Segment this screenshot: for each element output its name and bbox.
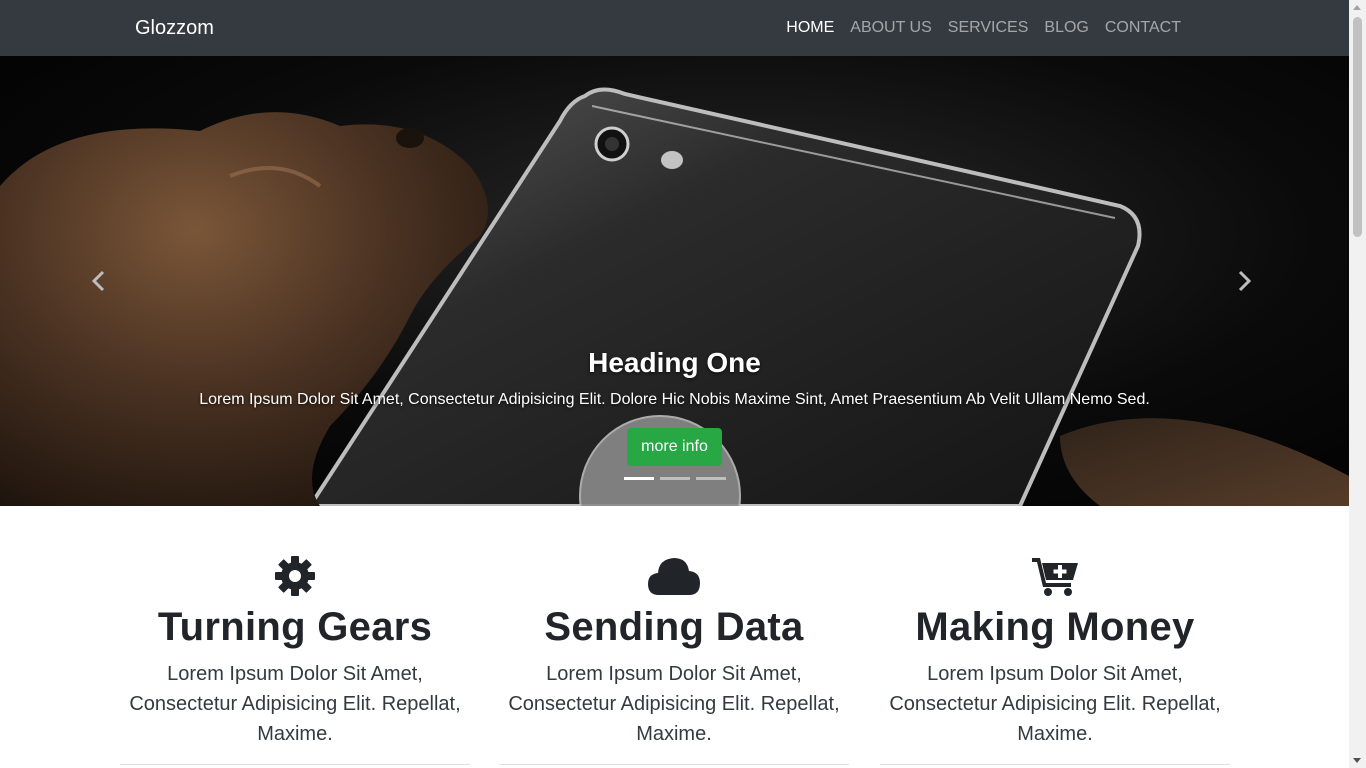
divider — [880, 764, 1230, 765]
nav-links: HOME ABOUT US SERVICES BLOG CONTACT — [786, 18, 1181, 38]
carousel-heading: Heading One — [588, 347, 761, 378]
chevron-left-icon — [91, 270, 105, 292]
carousel-indicator[interactable] — [624, 477, 654, 480]
page-scrollbar[interactable] — [1349, 0, 1366, 768]
carousel-next-button[interactable] — [1230, 266, 1260, 296]
carousel-indicator[interactable] — [696, 477, 726, 480]
feature-title: Turning Gears — [157, 605, 433, 649]
feature-text: Lorem Ipsum Dolor Sit Amet, Consectetur … — [129, 663, 461, 745]
feature-turning-gears: Turning Gears Lorem Ipsum Dolor Sit Amet… — [120, 555, 470, 765]
scroll-up-icon[interactable] — [1353, 5, 1361, 10]
scroll-down-icon[interactable] — [1353, 758, 1361, 763]
nav-link-about-us[interactable]: ABOUT US — [850, 18, 932, 38]
nav-link-contact[interactable]: CONTACT — [1105, 18, 1181, 38]
nav-link-home[interactable]: HOME — [786, 18, 834, 38]
carousel-indicators — [624, 477, 726, 480]
carousel-indicator[interactable] — [660, 477, 690, 480]
feature-making-money: Making Money Lorem Ipsum Dolor Sit Amet,… — [880, 555, 1230, 765]
carousel-caption: Heading One Lorem Ipsum Dolor Sit Amet, … — [0, 346, 1349, 410]
hero-carousel: Heading One Lorem Ipsum Dolor Sit Amet, … — [0, 56, 1349, 506]
more-info-button[interactable]: more info — [627, 428, 722, 466]
feature-title: Making Money — [915, 605, 1195, 649]
nav-link-services[interactable]: SERVICES — [948, 18, 1029, 38]
cloud-icon — [648, 558, 700, 595]
navbar: Glozzom HOME ABOUT US SERVICES BLOG CONT… — [0, 0, 1349, 56]
chevron-right-icon — [1238, 270, 1252, 292]
feature-title: Sending Data — [544, 605, 804, 649]
feature-text: Lorem Ipsum Dolor Sit Amet, Consectetur … — [508, 663, 840, 745]
scrollbar-thumb[interactable] — [1353, 17, 1362, 237]
divider — [499, 764, 849, 765]
feature-sending-data: Sending Data Lorem Ipsum Dolor Sit Amet,… — [499, 555, 849, 765]
divider — [120, 764, 470, 765]
cart-plus-icon — [1032, 558, 1078, 596]
brand-logo[interactable]: Glozzom — [135, 16, 214, 40]
nav-link-blog[interactable]: BLOG — [1044, 18, 1088, 38]
gear-icon — [275, 556, 315, 596]
carousel-text: Lorem Ipsum Dolor Sit Amet, Consectetur … — [199, 391, 1150, 408]
carousel-prev-button[interactable] — [83, 266, 113, 296]
feature-text: Lorem Ipsum Dolor Sit Amet, Consectetur … — [889, 663, 1221, 745]
